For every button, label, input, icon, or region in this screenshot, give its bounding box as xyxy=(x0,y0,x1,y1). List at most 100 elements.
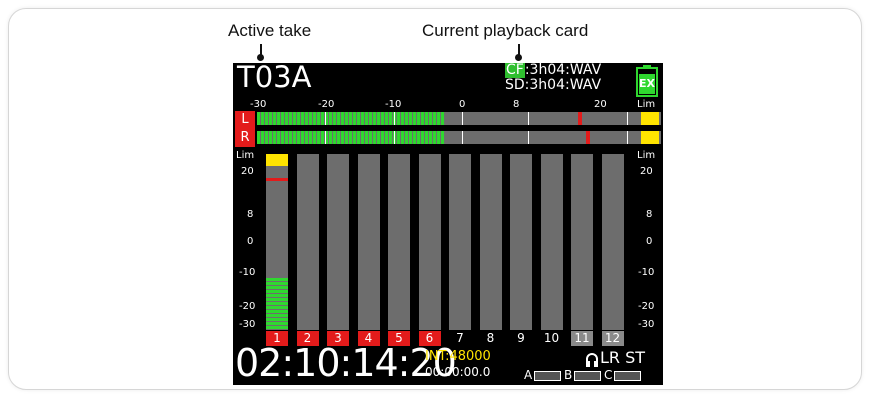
meter-label-left: L xyxy=(235,111,255,129)
meter-segment xyxy=(369,131,372,144)
channel-meter xyxy=(418,154,441,330)
meter-segment xyxy=(266,290,288,293)
meter-segment xyxy=(317,131,320,144)
meter-segment xyxy=(301,112,304,125)
meter-tick xyxy=(528,112,529,125)
meter-segment xyxy=(417,112,420,125)
meter-segment xyxy=(285,112,288,125)
scale-label: 20 xyxy=(594,99,607,110)
vscale-right-label: 8 xyxy=(646,209,653,220)
meter-segment xyxy=(385,112,388,125)
meter-segment xyxy=(265,112,268,125)
meter-segment xyxy=(405,131,408,144)
meter-segment xyxy=(345,131,348,144)
channel-meter xyxy=(266,154,288,330)
meter-segment xyxy=(441,131,444,144)
meter-segment xyxy=(269,131,272,144)
channel-meter xyxy=(479,154,502,330)
meter-segment xyxy=(377,131,380,144)
callout-dot-playback-card xyxy=(515,54,522,61)
meter-segment xyxy=(266,310,288,313)
meter-segment xyxy=(373,131,376,144)
meter-segment xyxy=(321,131,324,144)
meter-tick xyxy=(528,131,529,144)
meter-segment xyxy=(266,322,288,325)
meter-segment xyxy=(341,131,344,144)
vscale-left-label: 0 xyxy=(247,236,254,247)
meter-segment xyxy=(381,112,384,125)
channel-label-11: 11 xyxy=(571,331,593,346)
meter-segment xyxy=(281,131,284,144)
limiter-indicator xyxy=(641,131,659,144)
cf-card-badge: CF xyxy=(505,63,525,78)
callout-playback-card: Current playback card xyxy=(422,21,589,40)
meter-segment xyxy=(401,131,404,144)
meter-tick xyxy=(462,131,463,144)
headphone-icon xyxy=(586,353,598,367)
meter-segment xyxy=(361,112,364,125)
meter-segment xyxy=(437,131,440,144)
monitor-mode: LR ST xyxy=(600,348,646,367)
meter-segment xyxy=(421,131,424,144)
meter-segment xyxy=(389,112,392,125)
meter-segment xyxy=(381,131,384,144)
slot-label-a: A xyxy=(524,368,533,382)
meter-segment xyxy=(293,131,296,144)
slot-c-indicator xyxy=(614,371,641,381)
channel-label-12: 12 xyxy=(601,331,624,346)
channel-meter xyxy=(296,154,319,330)
elapsed-time: 00:00:00.0 xyxy=(425,365,491,379)
meter-segment xyxy=(293,112,296,125)
sample-rate: INT:48000 xyxy=(425,349,491,364)
meter-segment xyxy=(266,314,288,317)
meter-tick xyxy=(325,112,327,125)
vscale-left-label: -10 xyxy=(239,267,256,278)
meter-segment xyxy=(417,131,420,144)
meter-segment xyxy=(305,131,308,144)
scale-label: 8 xyxy=(513,99,520,110)
meter-tick xyxy=(627,131,628,144)
meter-segment xyxy=(266,326,288,329)
slot-a-indicator xyxy=(534,371,561,381)
meter-segment xyxy=(266,306,288,309)
meter-segment xyxy=(266,286,288,289)
callout-dot-active-take xyxy=(257,54,264,61)
meter-segment xyxy=(309,131,312,144)
vscale-right-label: -30 xyxy=(638,319,655,330)
meter-segment xyxy=(413,112,416,125)
meter-segment xyxy=(429,131,432,144)
left-level-meter xyxy=(257,112,661,125)
meter-segment xyxy=(273,112,276,125)
meter-segment xyxy=(297,131,300,144)
meter-segment xyxy=(353,112,356,125)
meter-segment xyxy=(261,112,264,125)
vscale-right-label: 20 xyxy=(640,166,653,177)
cf-card-value: :3h04:WAV xyxy=(524,63,602,78)
slot-label-c: C xyxy=(604,368,613,382)
peak-hold-marker xyxy=(585,131,590,144)
meter-segment xyxy=(357,131,360,144)
meter-segment xyxy=(321,112,324,125)
scale-label: -20 xyxy=(318,99,335,110)
meter-segment xyxy=(429,112,432,125)
meter-segment xyxy=(397,112,400,125)
meter-segment xyxy=(317,112,320,125)
peak-hold-marker xyxy=(577,112,582,125)
vscale-left-label: Lim xyxy=(236,150,255,161)
meter-segment xyxy=(401,112,404,125)
meter-segment xyxy=(266,294,288,297)
scale-label: Lim xyxy=(637,99,656,110)
meter-segment xyxy=(365,112,368,125)
channel-label-9: 9 xyxy=(517,331,525,345)
meter-segment xyxy=(405,112,408,125)
vscale-right-label: Lim xyxy=(637,150,656,161)
meter-segment xyxy=(266,282,288,285)
meter-segment xyxy=(266,278,288,281)
channel-meter xyxy=(357,154,380,330)
meter-segment xyxy=(257,131,260,144)
meter-segment xyxy=(341,112,344,125)
meter-segment xyxy=(345,112,348,125)
meter-segment xyxy=(266,298,288,301)
take-name: T03A xyxy=(237,63,312,94)
meter-segment xyxy=(309,112,312,125)
